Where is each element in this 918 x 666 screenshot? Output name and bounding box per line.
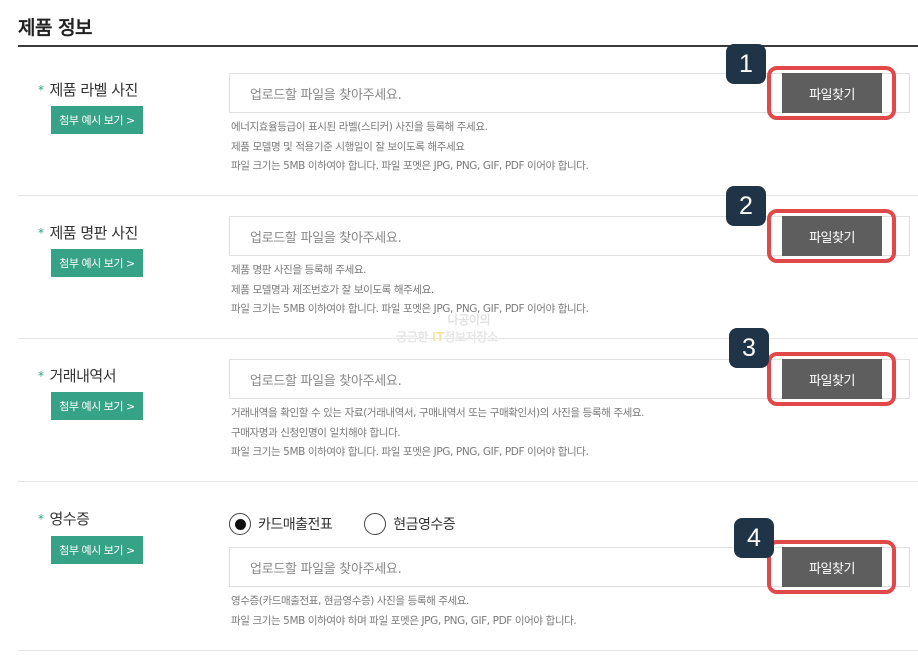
find-file-button[interactable]: 파일찾기	[782, 73, 882, 113]
help-line: 에너지효율등급이 표시된 라벨(스티커) 사진을 등록해 주세요.	[231, 121, 488, 133]
step-badge: 3	[729, 328, 769, 368]
row-divider	[18, 650, 918, 651]
row-divider	[18, 481, 918, 482]
help-line: 영수증(카드매출전표, 현금영수증) 사진을 등록해 주세요.	[231, 595, 469, 607]
product-info-form: 제품 정보 * 제품 라벨 사진 첨부 예시 보기 > 업로드할 파일을 찾아주세…	[0, 0, 918, 666]
help-line: 제품 모델명 및 적용기준 시행일이 잘 보이도록 해주세요	[231, 140, 465, 153]
help-line: 제품 명판 사진을 등록해 주세요.	[231, 264, 367, 276]
help-text: 영수증(카드매출전표, 현금영수증) 사진을 등록해 주세요. 파일 크기는 5…	[231, 592, 577, 631]
step-badge: 2	[726, 186, 766, 226]
row-label: 제품 명판 사진	[49, 224, 139, 242]
watermark-line: 나공이의	[447, 313, 491, 327]
row-divider	[18, 195, 918, 196]
radio-dot	[234, 518, 246, 530]
title-rule	[18, 45, 918, 47]
label-transaction-statement: * 거래내역서	[38, 365, 117, 386]
watermark-it: IT	[432, 330, 445, 344]
help-line: 구매자명과 신청인명이 일치해야 합니다.	[231, 426, 401, 439]
help-line: 파일 크기는 5MB 이하여야 합니다. 파일 포멧은 JPG, PNG, GI…	[231, 446, 589, 458]
help-line: 거래내역을 확인할 수 있는 자료(거래내역서, 구매내역서 또는 구매확인서)…	[231, 407, 645, 419]
help-text: 제품 명판 사진을 등록해 주세요. 제품 모델명과 제조번호가 잘 보이도록 …	[231, 261, 589, 320]
radio-label[interactable]: 카드매출전표	[258, 514, 333, 534]
example-view-button[interactable]: 첨부 예시 보기 >	[51, 106, 143, 134]
watermark: 나공이의 궁금한 IT정보저장소	[396, 312, 498, 346]
step-badge: 4	[734, 518, 774, 558]
example-view-button[interactable]: 첨부 예시 보기 >	[51, 536, 143, 564]
radio-label[interactable]: 현금영수증	[393, 514, 455, 534]
help-line: 파일 크기는 5MB 이하여야 합니다. 파일 포멧은 JPG, PNG, GI…	[231, 160, 589, 172]
section-title: 제품 정보	[18, 17, 93, 39]
radio-cash-receipt[interactable]	[364, 513, 387, 535]
find-file-button[interactable]: 파일찾기	[782, 216, 882, 256]
find-file-button[interactable]: 파일찾기	[782, 359, 882, 399]
example-view-button[interactable]: 첨부 예시 보기 >	[51, 249, 143, 277]
example-view-button[interactable]: 첨부 예시 보기 >	[51, 392, 143, 420]
label-product-nameplate-photo: * 제품 명판 사진	[38, 222, 138, 243]
watermark-line: 궁금한	[396, 330, 433, 344]
help-text: 거래내역을 확인할 수 있는 자료(거래내역서, 구매내역서 또는 구매확인서)…	[231, 404, 644, 463]
help-line: 제품 모델명과 제조번호가 잘 보이도록 해주세요.	[231, 283, 434, 296]
row-label: 영수증	[49, 510, 90, 528]
required-marker: *	[38, 226, 44, 240]
receipt-type-radio-group: 카드매출전표 현금영수증	[229, 512, 487, 536]
step-badge: 1	[726, 44, 766, 84]
label-receipt: * 영수증	[38, 508, 90, 529]
find-file-button[interactable]: 파일찾기	[782, 547, 882, 587]
help-line: 파일 크기는 5MB 이하여야 하며 파일 포멧은 JPG, PNG, GIF,…	[231, 614, 577, 627]
row-label: 제품 라벨 사진	[49, 81, 139, 99]
help-text: 에너지효율등급이 표시된 라벨(스티커) 사진을 등록해 주세요. 제품 모델명…	[231, 118, 589, 177]
required-marker: *	[38, 83, 44, 97]
radio-card-slip[interactable]	[229, 513, 251, 535]
required-marker: *	[38, 512, 44, 526]
required-marker: *	[38, 369, 44, 383]
label-product-label-photo: * 제품 라벨 사진	[38, 79, 138, 100]
row-label: 거래내역서	[49, 367, 117, 385]
watermark-line: 정보저장소	[444, 330, 498, 344]
